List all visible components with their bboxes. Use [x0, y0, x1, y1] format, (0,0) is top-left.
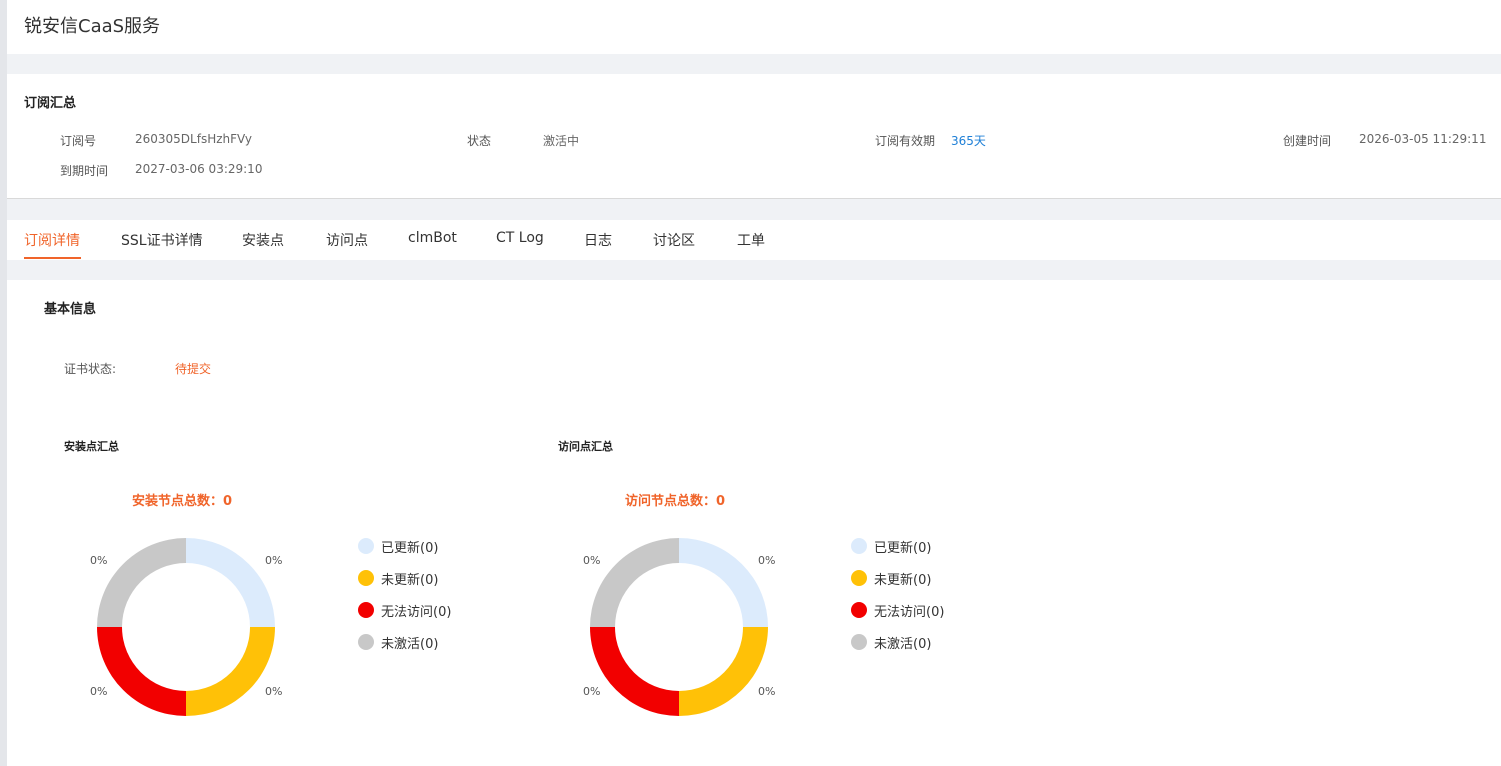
basic-info-title: 基本信息 — [44, 302, 97, 317]
tab-install-points[interactable]: 安装点 — [242, 230, 284, 250]
legend-label: 已更新(0) — [874, 540, 932, 556]
active-tab-indicator — [24, 257, 81, 259]
install-donut-chart — [97, 538, 275, 716]
pct-updated: 0% — [758, 554, 776, 567]
pct-unreachable: 0% — [583, 685, 601, 698]
tab-logs[interactable]: 日志 — [584, 230, 612, 250]
legend-not-updated[interactable]: 未更新(0) — [851, 568, 931, 588]
left-edge — [0, 0, 7, 766]
legend-not-updated[interactable]: 未更新(0) — [358, 568, 438, 588]
pct-inactive: 0% — [90, 554, 108, 567]
legend-label: 未更新(0) — [381, 572, 439, 588]
tab-tickets[interactable]: 工单 — [737, 230, 765, 250]
segment-updated[interactable] — [679, 538, 768, 627]
validity-value: 365天 — [951, 134, 986, 148]
segment-updated[interactable] — [186, 538, 275, 627]
legend-dot-unreachable — [358, 602, 374, 618]
pct-not-updated: 0% — [758, 685, 776, 698]
legend-dot-updated — [358, 538, 374, 554]
status-label: 状态 — [467, 134, 492, 148]
install-total: 安装节点总数：0 — [132, 494, 233, 509]
legend-label: 未激活(0) — [874, 636, 932, 652]
legend-updated[interactable]: 已更新(0) — [358, 536, 438, 556]
top-bar: 锐安信CaaS服务 — [7, 0, 1501, 54]
cert-status-value: 待提交 — [175, 362, 212, 376]
legend-label: 无法访问(0) — [381, 604, 452, 620]
legend-dot-not-updated — [358, 570, 374, 586]
legend-dot-inactive — [851, 634, 867, 650]
pct-updated: 0% — [265, 554, 283, 567]
access-donut-chart — [590, 538, 768, 716]
segment-inactive[interactable] — [97, 538, 186, 627]
access-total: 访问节点总数：0 — [625, 494, 726, 509]
access-summary-title: 访问点汇总 — [558, 440, 613, 453]
legend-label: 未激活(0) — [381, 636, 439, 652]
summary-title: 订阅汇总 — [24, 96, 77, 111]
created-time-value: 2026-03-05 11:29:11 — [1359, 132, 1487, 146]
subscription-summary: 订阅汇总 订阅号 260305DLfsHzhFVy 状态 激活中 订阅有效期 3… — [7, 74, 1501, 199]
legend-updated[interactable]: 已更新(0) — [851, 536, 931, 556]
install-summary-title: 安装点汇总 — [64, 440, 119, 453]
validity-label: 订阅有效期 — [875, 134, 936, 148]
legend-dot-updated — [851, 538, 867, 554]
tab-discussion[interactable]: 讨论区 — [653, 230, 695, 250]
pct-inactive: 0% — [583, 554, 601, 567]
expiry-time-label: 到期时间 — [60, 164, 109, 178]
segment-not-updated[interactable] — [186, 627, 275, 716]
legend-label: 已更新(0) — [381, 540, 439, 556]
details-content: 基本信息 证书状态: 待提交 安装点汇总 安装节点总数：0 0% 0% 0% 0… — [7, 280, 1501, 766]
tab-bar: 订阅详情 SSL证书详情 安装点 访问点 clmBot CT Log 日志 讨论… — [7, 220, 1501, 260]
segment-unreachable[interactable] — [97, 627, 186, 716]
pct-unreachable: 0% — [90, 685, 108, 698]
tab-access-points[interactable]: 访问点 — [326, 230, 368, 250]
segment-not-updated[interactable] — [679, 627, 768, 716]
tab-subscription-details[interactable]: 订阅详情 — [24, 230, 80, 250]
legend-inactive[interactable]: 未激活(0) — [851, 632, 931, 652]
tab-ssl-cert-details[interactable]: SSL证书详情 — [121, 230, 203, 250]
pct-not-updated: 0% — [265, 685, 283, 698]
cert-status-label: 证书状态: — [64, 362, 117, 376]
segment-unreachable[interactable] — [590, 627, 679, 716]
expiry-time-value: 2027-03-06 03:29:10 — [135, 162, 263, 176]
created-time-label: 创建时间 — [1283, 134, 1332, 148]
legend-unreachable[interactable]: 无法访问(0) — [358, 600, 451, 620]
legend-dot-inactive — [358, 634, 374, 650]
subscription-id-value: 260305DLfsHzhFVy — [135, 132, 253, 146]
subscription-id-label: 订阅号 — [60, 134, 97, 148]
legend-inactive[interactable]: 未激活(0) — [358, 632, 438, 652]
segment-inactive[interactable] — [590, 538, 679, 627]
status-value: 激活中 — [543, 134, 580, 148]
tab-clmbot[interactable]: clmBot — [408, 230, 457, 246]
legend-dot-unreachable — [851, 602, 867, 618]
legend-label: 未更新(0) — [874, 572, 932, 588]
legend-dot-not-updated — [851, 570, 867, 586]
tab-ct-log[interactable]: CT Log — [496, 230, 544, 246]
app-title: 锐安信CaaS服务 — [24, 16, 161, 37]
legend-unreachable[interactable]: 无法访问(0) — [851, 600, 944, 620]
legend-label: 无法访问(0) — [874, 604, 945, 620]
